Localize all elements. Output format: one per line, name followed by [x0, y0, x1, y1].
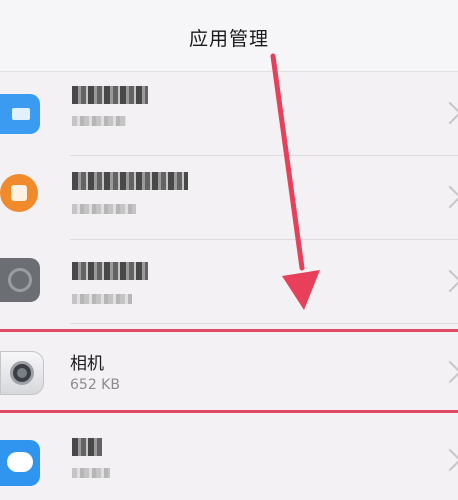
app-list-item[interactable]: [0, 240, 458, 324]
camera-icon: [0, 351, 44, 395]
app-list-item[interactable]: [0, 72, 458, 156]
title-bar: 应用管理: [0, 0, 458, 72]
blue-app-icon: [0, 94, 40, 134]
chevron-right-icon: [438, 101, 458, 125]
orange-app-icon: [0, 174, 38, 212]
page-title: 应用管理: [188, 28, 269, 50]
app-name-redacted: [72, 438, 102, 456]
app-name-redacted: [72, 86, 148, 104]
app-size-redacted: [72, 468, 110, 478]
chevron-right-icon: [438, 448, 458, 472]
app-name-redacted: [72, 262, 148, 280]
message-bubble-icon: [0, 440, 40, 486]
chevron-right-icon: [438, 360, 458, 384]
app-name: 相机: [70, 354, 104, 374]
app-list-item-camera[interactable]: 相机 652 KB: [0, 329, 458, 413]
app-list-item[interactable]: [0, 416, 458, 500]
gray-app-icon: [0, 258, 40, 302]
app-size-redacted: [72, 204, 136, 214]
app-name-redacted: [72, 172, 188, 190]
app-list-item[interactable]: [0, 156, 458, 240]
app-size-redacted: [72, 294, 132, 304]
chevron-right-icon: [438, 269, 458, 293]
chevron-right-icon: [438, 185, 458, 209]
app-size: 652 KB: [70, 377, 120, 393]
app-size-redacted: [72, 116, 126, 126]
